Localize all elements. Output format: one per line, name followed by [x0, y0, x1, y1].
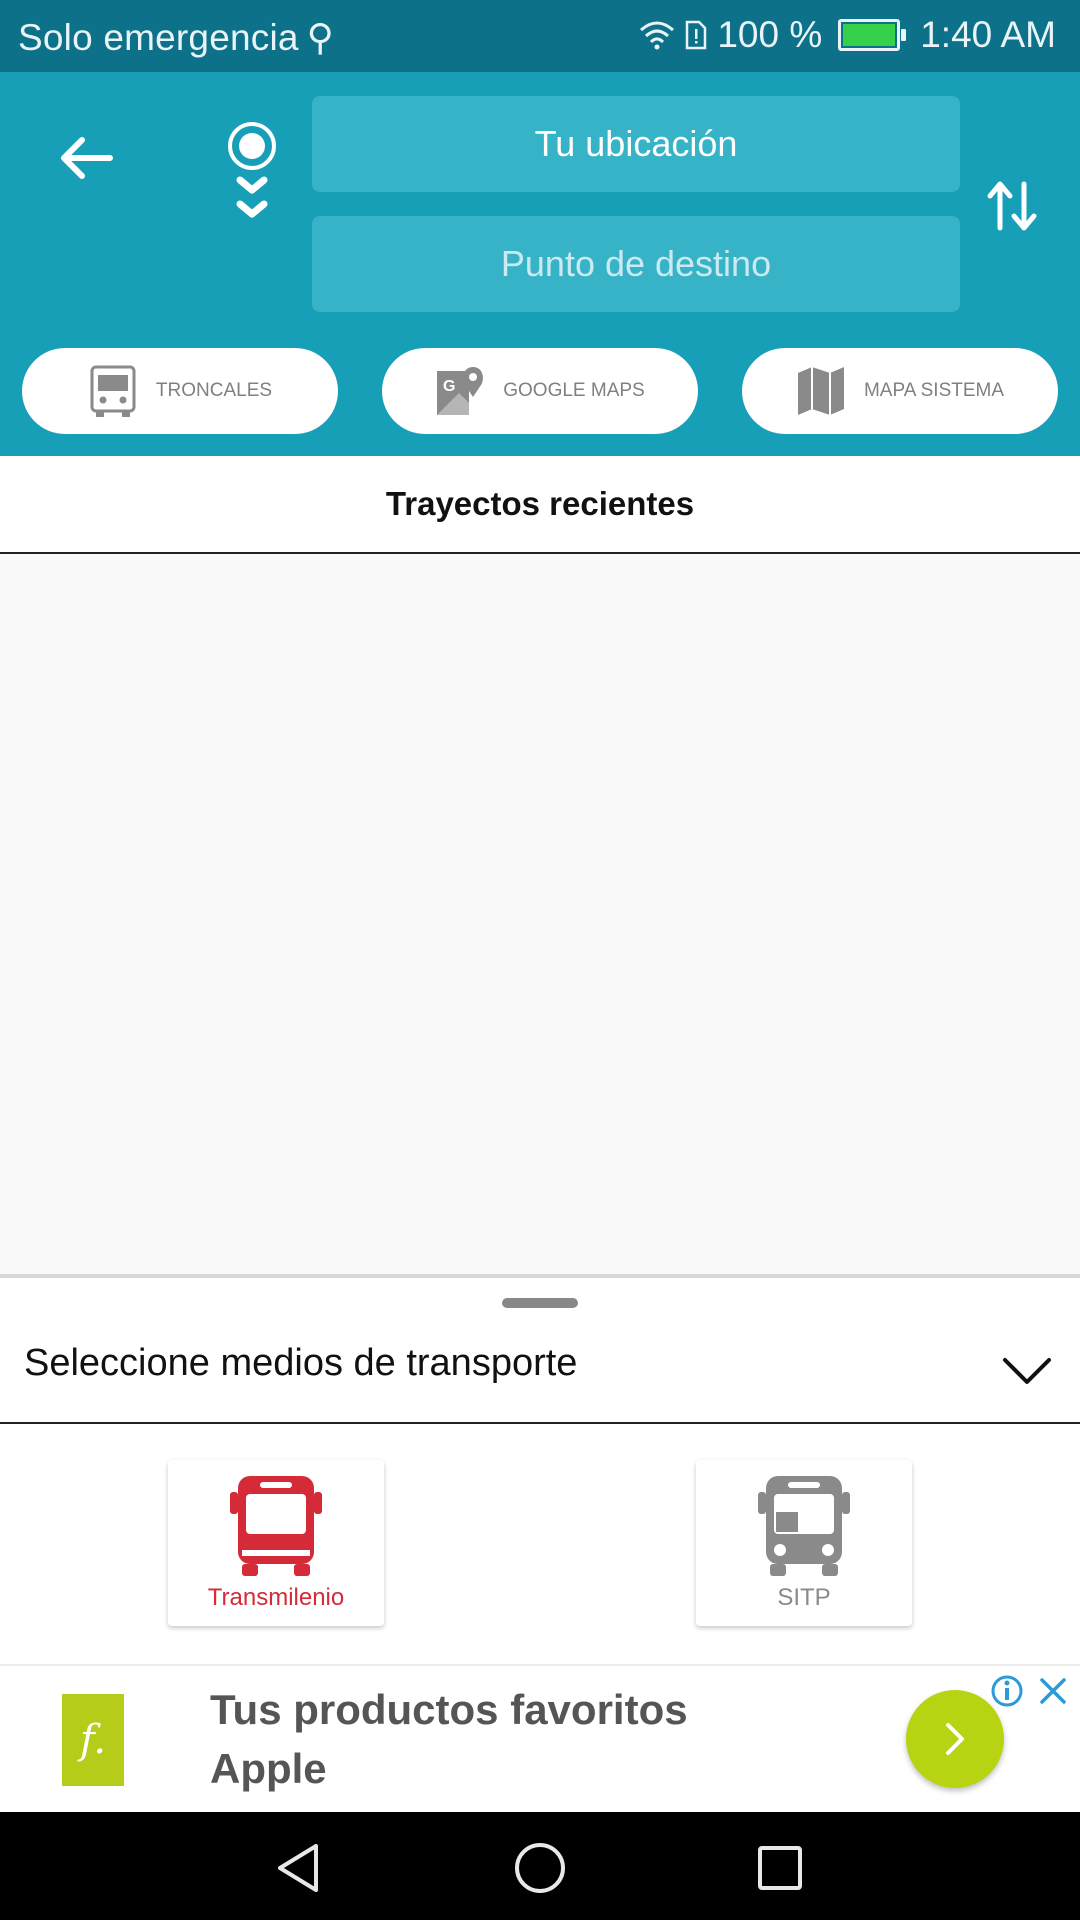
- bus-icon: [230, 1476, 322, 1576]
- nav-back-icon[interactable]: [272, 1840, 328, 1896]
- wifi-icon: [640, 21, 675, 50]
- swap-arrows-icon[interactable]: [986, 178, 1038, 234]
- folded-map-icon: [797, 367, 844, 415]
- back-arrow-icon[interactable]: [54, 126, 118, 190]
- route-indicator-icon: [228, 122, 276, 218]
- chip-mapa-sistema[interactable]: MAPA SISTEMA: [742, 348, 1058, 434]
- info-icon[interactable]: [990, 1674, 1024, 1708]
- battery-icon: [838, 19, 907, 51]
- sheet-drag-handle[interactable]: [502, 1298, 578, 1308]
- recent-trips-list[interactable]: [0, 554, 1080, 1274]
- destination-field[interactable]: Punto de destino: [312, 216, 960, 312]
- mode-sitp[interactable]: SITP: [696, 1460, 912, 1626]
- ad-text-line2: Apple: [210, 1745, 327, 1792]
- mode-sitp-label: SITP: [777, 1584, 831, 1611]
- sheet-divider: [0, 1422, 1080, 1424]
- usb-icon: ⚲: [306, 17, 334, 58]
- system-nav-bar: [0, 1812, 1080, 1920]
- bus-front-icon: [90, 365, 136, 417]
- chip-mapa-sistema-label: MAPA SISTEMA: [863, 380, 1005, 401]
- bus-icon: [758, 1476, 850, 1576]
- mode-transmilenio[interactable]: Transmilenio: [168, 1460, 384, 1626]
- route-header: Tu ubicación Punto de destino TRONCALES …: [0, 72, 1080, 456]
- mode-transmilenio-label: Transmilenio: [207, 1584, 345, 1611]
- chip-troncales-label: TRONCALES: [155, 380, 273, 401]
- sim-alert-icon: [686, 20, 707, 50]
- nav-recents-icon[interactable]: [752, 1840, 808, 1896]
- ad-text-line1: Tus productos favoritos: [210, 1686, 688, 1733]
- origin-field[interactable]: Tu ubicación: [312, 96, 960, 192]
- close-icon[interactable]: [1038, 1676, 1068, 1706]
- ad-banner[interactable]: f. Tus productos favoritos Apple: [0, 1664, 1080, 1814]
- nav-home-icon[interactable]: [512, 1840, 568, 1896]
- clock: 1:40 AM: [920, 14, 1056, 55]
- chevron-right-icon: [946, 1723, 964, 1755]
- transport-sheet: Seleccione medios de transporte Transmil…: [0, 1274, 1080, 1668]
- svg-text:G: G: [443, 378, 455, 395]
- transport-sheet-title[interactable]: Seleccione medios de transporte: [24, 1342, 577, 1385]
- carrier-text: Solo emergencia: [18, 17, 299, 58]
- ad-logo: f.: [62, 1694, 124, 1786]
- ad-text: Tus productos favoritos Apple: [210, 1680, 730, 1798]
- chip-troncales[interactable]: TRONCALES: [22, 348, 338, 434]
- chip-google-maps-label: GOOGLE MAPS: [503, 380, 645, 401]
- status-bar: Solo emergencia ⚲ 100 % 1:40 AM: [0, 0, 1080, 72]
- chevron-down-icon[interactable]: [1002, 1354, 1052, 1388]
- battery-percent: 100 %: [717, 14, 823, 55]
- recent-trips-title: Trayectos recientes: [0, 456, 1080, 554]
- chip-google-maps[interactable]: G GOOGLE MAPS: [382, 348, 698, 434]
- google-maps-icon: G: [437, 367, 484, 415]
